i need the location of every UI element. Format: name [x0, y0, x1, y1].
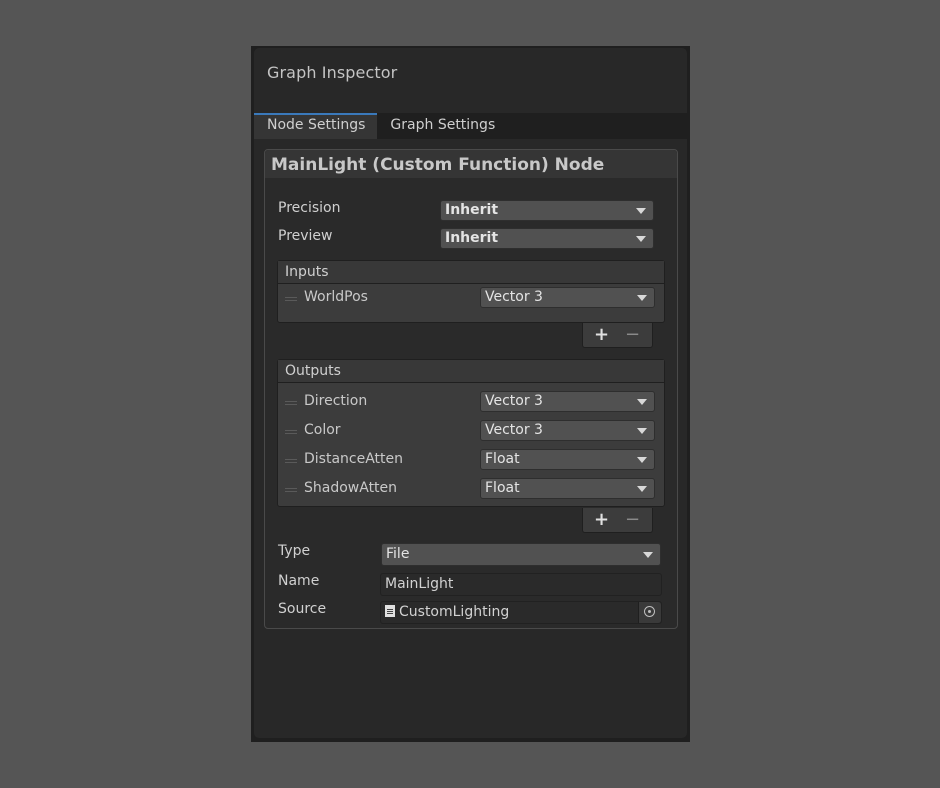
list-item: DistanceAtten Float	[278, 446, 664, 475]
source-value: CustomLighting	[399, 604, 510, 620]
input-type-value: Vector 3	[485, 289, 543, 305]
remove-output-button[interactable]: −	[625, 509, 640, 530]
inputs-add-remove: + −	[582, 323, 653, 348]
object-picker-icon[interactable]	[638, 602, 661, 623]
precision-dropdown[interactable]: Inherit	[440, 200, 654, 221]
chevron-down-icon	[643, 552, 653, 558]
output-type-value: Vector 3	[485, 422, 543, 438]
name-field[interactable]: MainLight	[380, 573, 662, 596]
chevron-down-icon	[637, 399, 647, 405]
preview-label: Preview	[278, 228, 333, 244]
type-label: Type	[278, 543, 311, 559]
remove-input-button[interactable]: −	[625, 324, 640, 345]
drag-handle-icon[interactable]	[285, 488, 297, 492]
output-name: ShadowAtten	[304, 480, 398, 496]
list-item: Color Vector 3	[278, 417, 664, 446]
add-input-button[interactable]: +	[594, 324, 609, 345]
list-item: ShadowAtten Float	[278, 475, 664, 504]
inputs-list: Inputs WorldPos Vector 3	[277, 260, 665, 323]
add-output-button[interactable]: +	[594, 509, 609, 530]
output-type-dropdown[interactable]: Float	[480, 478, 655, 499]
input-name: WorldPos	[304, 289, 368, 305]
outputs-list: Outputs Direction Vector 3 Color Vector …	[277, 359, 665, 507]
tab-node-settings[interactable]: Node Settings	[254, 113, 378, 139]
tab-graph-settings[interactable]: Graph Settings	[377, 113, 507, 139]
chevron-down-icon	[637, 295, 647, 301]
output-type-dropdown[interactable]: Float	[480, 449, 655, 470]
drag-handle-icon[interactable]	[285, 297, 297, 301]
graph-inspector-body: Graph Inspector Node Settings Graph Sett…	[254, 48, 687, 738]
chevron-down-icon	[637, 486, 647, 492]
type-dropdown[interactable]: File	[381, 543, 661, 566]
type-value: File	[386, 546, 410, 562]
window-title: Graph Inspector	[267, 63, 398, 82]
chevron-down-icon	[637, 457, 647, 463]
precision-value: Inherit	[445, 202, 499, 218]
chevron-down-icon	[637, 428, 647, 434]
list-item: WorldPos Vector 3	[278, 284, 664, 322]
drag-handle-icon[interactable]	[285, 401, 297, 405]
output-name: Color	[304, 422, 341, 438]
chevron-down-icon	[636, 208, 646, 214]
name-label: Name	[278, 573, 320, 589]
input-type-dropdown[interactable]: Vector 3	[480, 287, 655, 308]
outputs-header: Outputs	[278, 360, 664, 383]
inputs-header: Inputs	[278, 261, 664, 284]
drag-handle-icon[interactable]	[285, 430, 297, 434]
preview-dropdown[interactable]: Inherit	[440, 228, 654, 249]
source-label: Source	[278, 601, 327, 617]
preview-value: Inherit	[445, 230, 499, 246]
node-settings-panel: MainLight (Custom Function) Node Precisi…	[264, 149, 678, 629]
list-item: Direction Vector 3	[278, 388, 664, 417]
outputs-add-remove: + −	[582, 508, 653, 533]
file-icon	[385, 605, 395, 617]
output-name: Direction	[304, 393, 368, 409]
output-name: DistanceAtten	[304, 451, 404, 467]
graph-inspector-window: Graph Inspector Node Settings Graph Sett…	[251, 46, 690, 742]
output-type-value: Float	[485, 480, 520, 496]
source-object-field[interactable]: CustomLighting	[380, 601, 662, 624]
output-type-value: Vector 3	[485, 393, 543, 409]
name-value: MainLight	[385, 576, 454, 592]
drag-handle-icon[interactable]	[285, 459, 297, 463]
output-type-value: Float	[485, 451, 520, 467]
output-type-dropdown[interactable]: Vector 3	[480, 391, 655, 412]
output-type-dropdown[interactable]: Vector 3	[480, 420, 655, 441]
inspector-tabs: Node Settings Graph Settings	[254, 113, 687, 139]
chevron-down-icon	[636, 236, 646, 242]
precision-label: Precision	[278, 200, 341, 216]
node-title: MainLight (Custom Function) Node	[265, 150, 677, 178]
